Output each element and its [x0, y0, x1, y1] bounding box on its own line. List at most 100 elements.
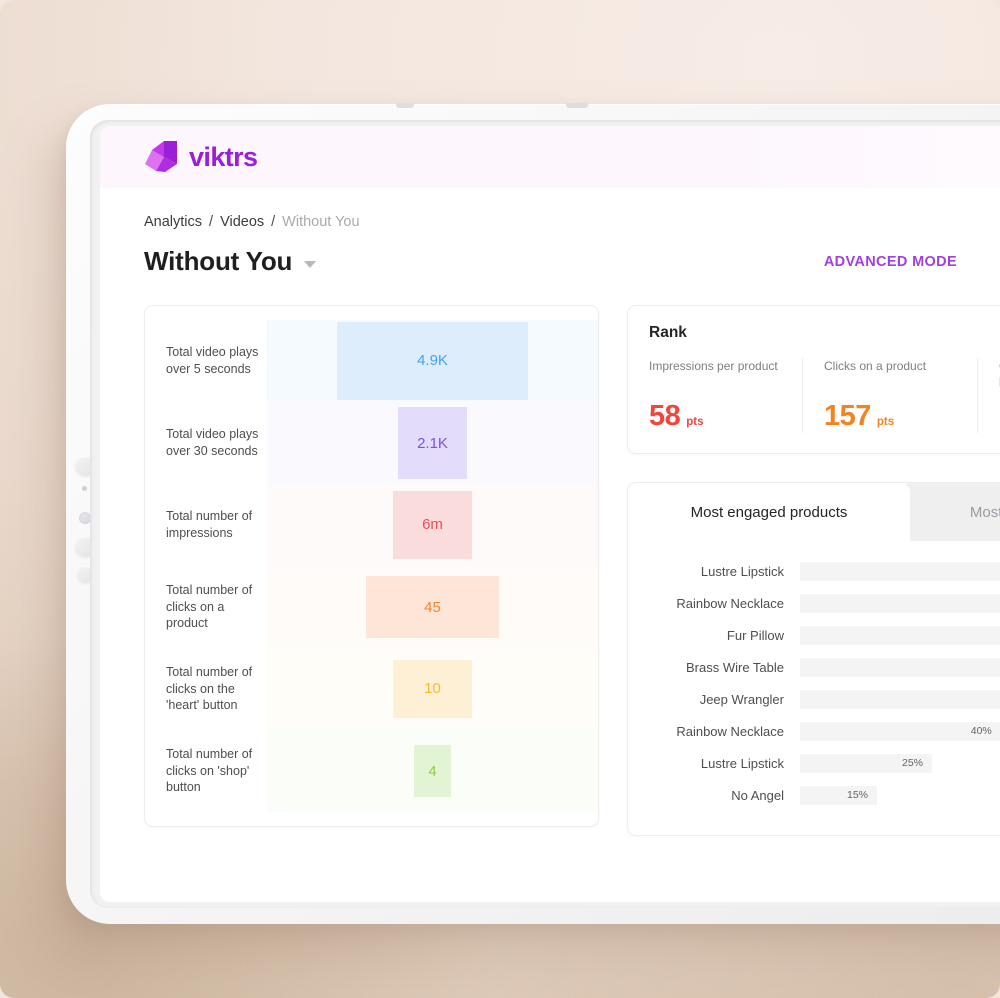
product-row: Jeep Wrangler 57%: [628, 683, 1000, 715]
app-header: viktrs: [100, 126, 1000, 188]
funnel-row: Total video plays over 30 seconds 2.1K: [145, 402, 598, 484]
rank-stat-value: 157 pts: [824, 400, 959, 433]
product-name: No Angel: [731, 787, 784, 803]
rank-title: Rank: [649, 324, 687, 341]
product-bar-percent: 15%: [846, 789, 868, 801]
product-row: No Angel 15%: [628, 779, 1000, 811]
product-name: Lustre Lipstick: [700, 563, 784, 579]
funnel-row-bar: 2.1K: [397, 406, 468, 480]
engaged-products-card: Most engaged productsMost engaged people…: [627, 482, 1000, 836]
funnel-row-label: Total video plays over 30 seconds: [166, 427, 259, 458]
breadcrumb-separator: /: [209, 214, 214, 230]
funnel-row-label: Total number of impressions: [166, 509, 253, 540]
right-column: Rank Impressions per product 58 pts Clicks …: [627, 305, 1000, 836]
device-top-port-1: [396, 103, 414, 108]
product-bar-percent: 25%: [901, 757, 923, 769]
product-bar-track: 40%: [800, 721, 1000, 741]
funnel-row-value: 6m: [422, 516, 443, 534]
product-name: Fur Pillow: [726, 627, 784, 643]
funnel-row-value: 45: [424, 598, 441, 616]
funnel-row-label: Total number of clicks on a product: [166, 583, 253, 631]
device-top-port-2: [566, 103, 588, 108]
funnel-row-track: 6m: [267, 484, 598, 566]
funnel-row: Total number of clicks on a product 45: [145, 566, 598, 648]
product-name: Lustre Lipstick: [700, 755, 784, 771]
rank-stat-number: 58: [649, 400, 681, 432]
funnel-row-track: 4: [267, 730, 598, 812]
product-row: Rainbow Necklace: [628, 587, 1000, 619]
funnel-row: Total number of impressions 6m: [145, 484, 598, 566]
product-bar-track: [800, 561, 1000, 581]
funnel-row-bar: 6m: [392, 491, 473, 559]
breadcrumb: Analytics / Videos / Without You: [144, 214, 1000, 230]
product-row: Brass Wire Table: [628, 651, 1000, 683]
title-row: Without You ADVANCED MODE: [144, 246, 1000, 277]
rank-stats-list: Impressions per product 58 pts Clicks on a …: [628, 358, 1000, 433]
product-name: Rainbow Necklace: [676, 595, 784, 611]
tab-most-engaged-people[interactable]: Most engaged people: [901, 483, 1000, 541]
funnel-row-value: 4: [428, 762, 437, 780]
funnel-row-track: 10: [267, 648, 598, 730]
product-row: Rainbow Necklace 40%: [628, 715, 1000, 747]
product-bar: [800, 625, 1000, 645]
funnel-row-track: 4.9K: [267, 320, 598, 402]
rank-stat-number: 157: [824, 400, 871, 432]
product-bar-track: 57%: [800, 689, 1000, 709]
microphone-hole: [82, 486, 87, 491]
product-bar: 40%: [800, 721, 1000, 741]
product-bar-track: 15%: [800, 785, 1000, 805]
rank-stat-unit: pts: [876, 416, 895, 428]
rank-stat-label: Clicks on a product: [824, 359, 927, 373]
products-list: Lustre Lipstick Rainbow Necklace Fur Pillo…: [628, 541, 1000, 835]
breadcrumb-item-analytics[interactable]: Analytics: [144, 214, 202, 230]
product-name: Rainbow Necklace: [676, 723, 784, 739]
product-bar-track: [800, 657, 1000, 677]
funnel-row-bar: 10: [392, 660, 473, 718]
page-title-dropdown[interactable]: Without You: [144, 246, 317, 277]
funnel-row-label: Total video plays over 5 seconds: [166, 345, 259, 376]
product-name: Jeep Wrangler: [699, 691, 784, 707]
viktrs-cube-logo-icon: [145, 141, 177, 172]
product-bar: 15%: [800, 785, 877, 805]
product-row: Lustre Lipstick: [628, 555, 1000, 587]
funnel-row-bar: 4: [414, 744, 451, 798]
product-bar: [800, 561, 1000, 581]
funnel-row-label: Total number of clicks on 'shop' button: [166, 747, 253, 795]
product-bar-track: 25%: [800, 753, 1000, 773]
product-bar: [800, 657, 1000, 677]
breadcrumb-separator: /: [271, 214, 276, 230]
rank-card: Rank Impressions per product 58 pts Clicks …: [627, 305, 1000, 454]
product-bar: [800, 593, 1000, 613]
brand-name: viktrs: [189, 141, 258, 172]
funnel-row-value: 10: [424, 680, 441, 698]
product-name: Brass Wire Table: [685, 659, 784, 675]
rank-stat-value: 58 pts: [649, 400, 784, 433]
rank-stat-label: Impressions per product: [649, 359, 778, 373]
tablet-device: viktrs Analytics / Videos / Without You …: [66, 103, 1000, 924]
rank-stat: Clicks on a product 157 pts: [803, 358, 978, 433]
product-row: Lustre Lipstick 25%: [628, 747, 1000, 779]
advanced-mode-link[interactable]: ADVANCED MODE: [824, 254, 1000, 270]
brand-logo[interactable]: viktrs: [144, 140, 258, 174]
product-row: Fur Pillow: [628, 619, 1000, 651]
funnel-row-track: 45: [267, 566, 598, 648]
funnel-row-bar: 45: [366, 575, 499, 639]
rank-stat: Impressions per product 58 pts: [628, 358, 803, 433]
device-screen: viktrs Analytics / Videos / Without You …: [100, 126, 1000, 902]
rank-stat: Clicks on the 'heart' button60pts: [978, 358, 1000, 433]
funnel-row-track: 2.1K: [267, 402, 598, 484]
funnel-row-bar: 4.9K: [336, 322, 529, 400]
dashboard-content: Total video plays over 5 seconds 4.9K Tota…: [144, 305, 1000, 836]
funnel-metrics-card: Total video plays over 5 seconds 4.9K Tota…: [144, 305, 599, 827]
tab-most-engaged-products[interactable]: Most engaged products: [628, 483, 910, 541]
products-tabs: Most engaged productsMost engaged people: [628, 483, 1000, 541]
product-bar: 25%: [800, 753, 932, 773]
product-bar: 57%: [800, 689, 1000, 709]
funnel-row-value: 2.1K: [417, 434, 448, 452]
product-bar-track: [800, 625, 1000, 645]
funnel-row: Total number of clicks on 'shop' button 4: [145, 730, 598, 812]
funnel-row-label: Total number of clicks on the 'heart' bu…: [166, 665, 253, 713]
funnel-row-value: 4.9K: [417, 352, 448, 370]
page-title: Without You: [144, 246, 293, 276]
breadcrumb-item-videos[interactable]: Videos: [220, 214, 264, 230]
